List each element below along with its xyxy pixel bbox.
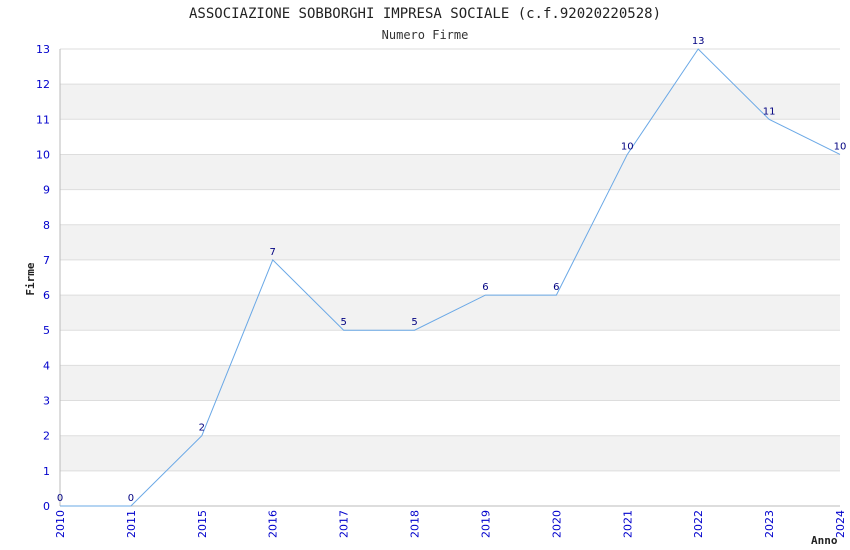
y-tick-label: 8 xyxy=(43,219,50,232)
grid-band xyxy=(60,259,840,296)
y-tick-label: 0 xyxy=(43,500,50,513)
data-label: 0 xyxy=(57,493,63,504)
data-label: 6 xyxy=(482,282,488,293)
y-tick-label: 12 xyxy=(36,78,50,91)
y-tick-label: 3 xyxy=(43,395,50,408)
grid-band xyxy=(60,84,840,120)
grid-band xyxy=(60,435,840,471)
grid-band xyxy=(60,119,840,155)
line-chart: 012345678910111213 2010 2011 2015 2016 2017 2… xyxy=(24,6,847,547)
data-label: 6 xyxy=(553,282,559,293)
x-tick-label: 2017 xyxy=(338,510,351,538)
data-label: 0 xyxy=(128,493,134,504)
y-tick-label: 7 xyxy=(43,254,50,267)
x-tick-label: 2010 xyxy=(54,510,67,538)
chart-subtitle: Numero Firme xyxy=(382,28,469,42)
y-tick-label: 9 xyxy=(43,184,50,197)
data-label: 10 xyxy=(834,141,847,152)
y-tick-label: 11 xyxy=(36,113,50,126)
y-tick-label: 10 xyxy=(36,148,50,161)
y-tick-label: 2 xyxy=(43,430,50,443)
x-tick-label: 2021 xyxy=(621,510,634,538)
x-tick-label: 2016 xyxy=(267,510,280,538)
grid-band xyxy=(60,189,840,225)
x-tick-label: 2019 xyxy=(479,510,492,538)
x-tick-label: 2011 xyxy=(125,510,138,538)
x-tick-label: 2018 xyxy=(409,510,422,538)
x-tick-label: 2022 xyxy=(692,510,705,538)
x-tick-labels: 2010 2011 2015 2016 2017 2018 2019 2020 2021 2022… xyxy=(54,510,847,538)
chart-title: ASSOCIAZIONE SOBBORGHI IMPRESA SOCIALE (… xyxy=(189,6,661,22)
grid-bands xyxy=(60,49,840,506)
data-label: 10 xyxy=(621,141,634,152)
y-tick-label: 5 xyxy=(43,324,50,337)
x-axis-title: Anno xyxy=(811,534,838,547)
y-tick-label: 13 xyxy=(36,43,50,56)
x-tick-label: 2023 xyxy=(763,510,776,538)
grid-band xyxy=(60,470,840,506)
x-tick-label: 2015 xyxy=(196,510,209,538)
data-label: 7 xyxy=(270,247,276,258)
grid-band xyxy=(60,400,840,436)
y-tick-label: 6 xyxy=(43,289,50,302)
grid-band xyxy=(60,224,840,260)
grid-band xyxy=(60,365,840,401)
data-label: 13 xyxy=(692,36,705,47)
y-tick-label: 1 xyxy=(43,465,50,478)
grid-band xyxy=(60,330,840,366)
grid-band xyxy=(60,49,840,85)
y-tick-label: 4 xyxy=(43,359,50,372)
data-label: 2 xyxy=(199,423,205,434)
x-tick-label: 2020 xyxy=(550,510,563,538)
data-label: 5 xyxy=(340,317,346,328)
grid-band xyxy=(60,154,840,190)
y-tick-labels: 012345678910111213 xyxy=(36,43,50,513)
chart-container: 0 1 2 3 4 5 6 7 8 9 10 11 12 13 2010 2011 2015 2016 2017 2… xyxy=(0,0,850,550)
y-axis-title: Firme xyxy=(24,262,37,295)
data-label: 5 xyxy=(411,317,417,328)
data-label: 11 xyxy=(763,106,776,117)
